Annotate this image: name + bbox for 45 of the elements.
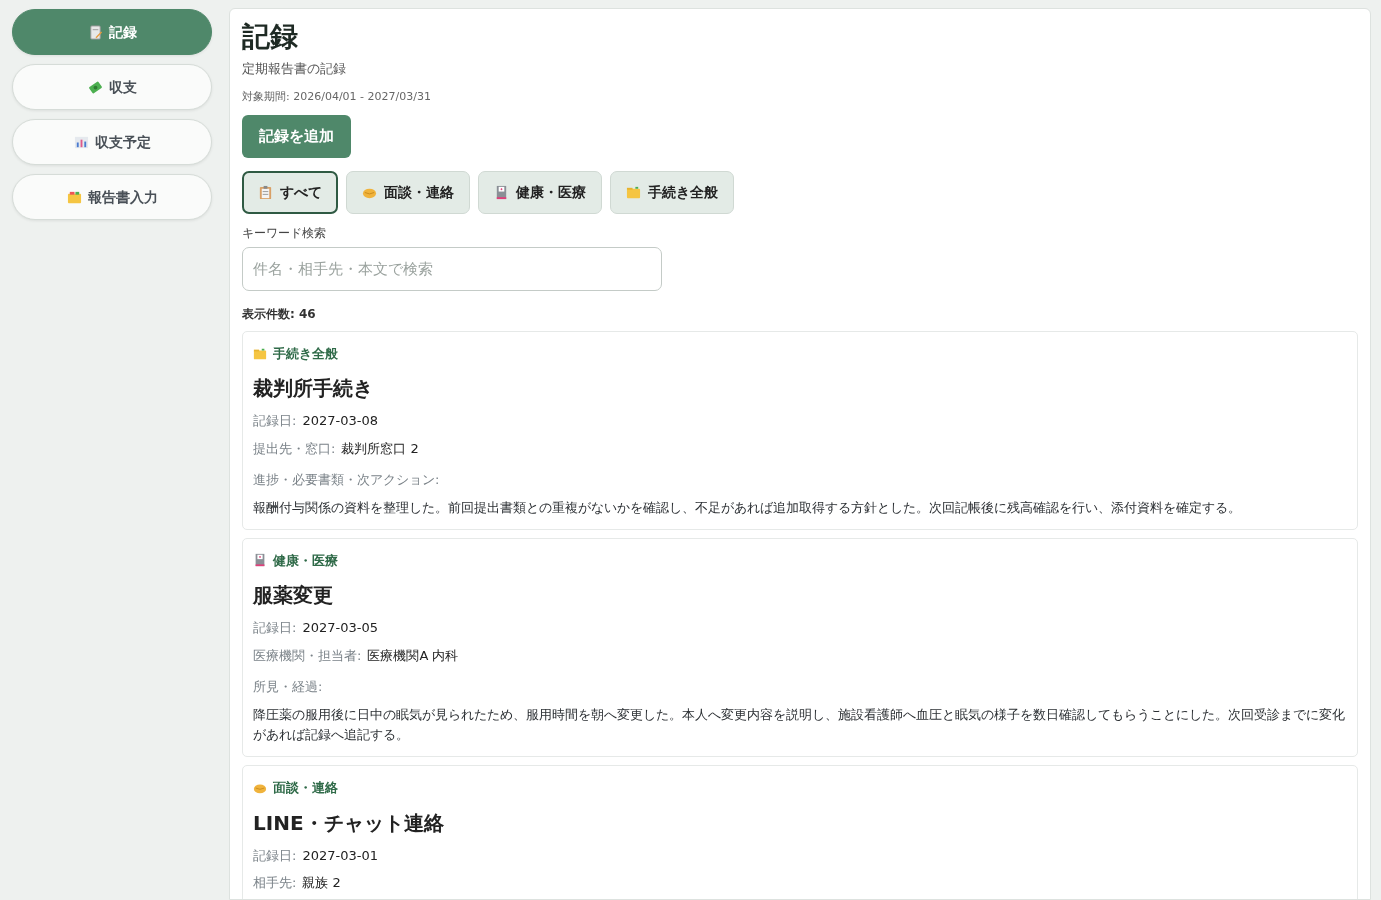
folder-icon [66, 189, 82, 205]
medical-book-icon [494, 184, 509, 200]
field-label: 相手先: [253, 875, 297, 891]
record-title: 裁判所手続き [253, 375, 374, 403]
field-label: 記録日: [253, 620, 297, 636]
bar-chart-icon [73, 134, 89, 150]
field-value: 親族 2 [302, 875, 341, 891]
medical-book-icon [253, 553, 267, 568]
folder-icon [626, 184, 641, 200]
field-value: 医療機関A 内科 [367, 647, 459, 663]
add-record-button[interactable]: 記録を追加 [242, 115, 351, 158]
field-value: 裁判所窓口 2 [341, 440, 419, 456]
note-label: 進捗・必要書類・次アクション: [253, 471, 441, 490]
sidebar-item[interactable]: 収支 [12, 64, 212, 110]
field-label: 提出先・窓口: [253, 440, 336, 456]
note-label: 所見・経過: [253, 678, 324, 697]
page-title: 記録 [242, 19, 299, 55]
sidebar-item[interactable]: 収支予定 [12, 119, 212, 165]
clipboard-icon [258, 184, 273, 200]
note-text: 報酬付与関係の資料を整理した。前回提出書類との重複がないかを確認し、不足があれば追加取得する方針とした。次回記帳後に残高確認を行い、添付資料を確定する。 [253, 498, 1242, 517]
category-label: 手続き全般 [273, 344, 338, 363]
field-label: 記録日: [253, 413, 297, 429]
memo-icon [87, 24, 103, 40]
filter-button[interactable]: 健康・医療 [478, 170, 602, 214]
period-text: 対象期間: 2026/04/01 - 2027/03/31 [242, 88, 432, 105]
filter-button[interactable]: 面談・連絡 [346, 170, 470, 214]
field-value: 2027-03-08 [302, 413, 378, 429]
folder-icon [253, 346, 267, 361]
record-title: 服薬変更 [253, 582, 334, 610]
sidebar-item[interactable]: 報告書入力 [12, 174, 212, 220]
note-text: 降圧薬の服用後に日中の眠気が見られたため、服用時間を朝へ変更した。本人へ変更内容を説明し、施設看護師へ血圧と眠気の様子を数日確認してもらうことにした。次回受診までに変化があれば記録へ追記する。 [253, 705, 1346, 745]
category-label: 面談・連絡 [273, 779, 338, 798]
field-label: 記録日: [253, 847, 297, 863]
record-title: LINE・チャット連絡 [253, 809, 445, 837]
sidebar-item[interactable]: 記録 [12, 9, 212, 55]
search-field[interactable]: 件名・相手先・本文で検索 [242, 246, 662, 291]
field-label: 医療機関・担当者: [253, 647, 362, 663]
page-subtitle: 定期報告書の記録 [242, 60, 347, 79]
field-value: 2027-03-01 [302, 847, 378, 863]
filter-button[interactable]: すべて [242, 170, 338, 214]
category-label: 健康・医療 [273, 551, 338, 570]
field-value: 2027-03-05 [302, 620, 378, 636]
search-label: キーワード検索 [242, 224, 327, 242]
filter-button[interactable]: 手続き全般 [610, 170, 734, 214]
result-count: 表示件数: 46 [242, 305, 317, 323]
